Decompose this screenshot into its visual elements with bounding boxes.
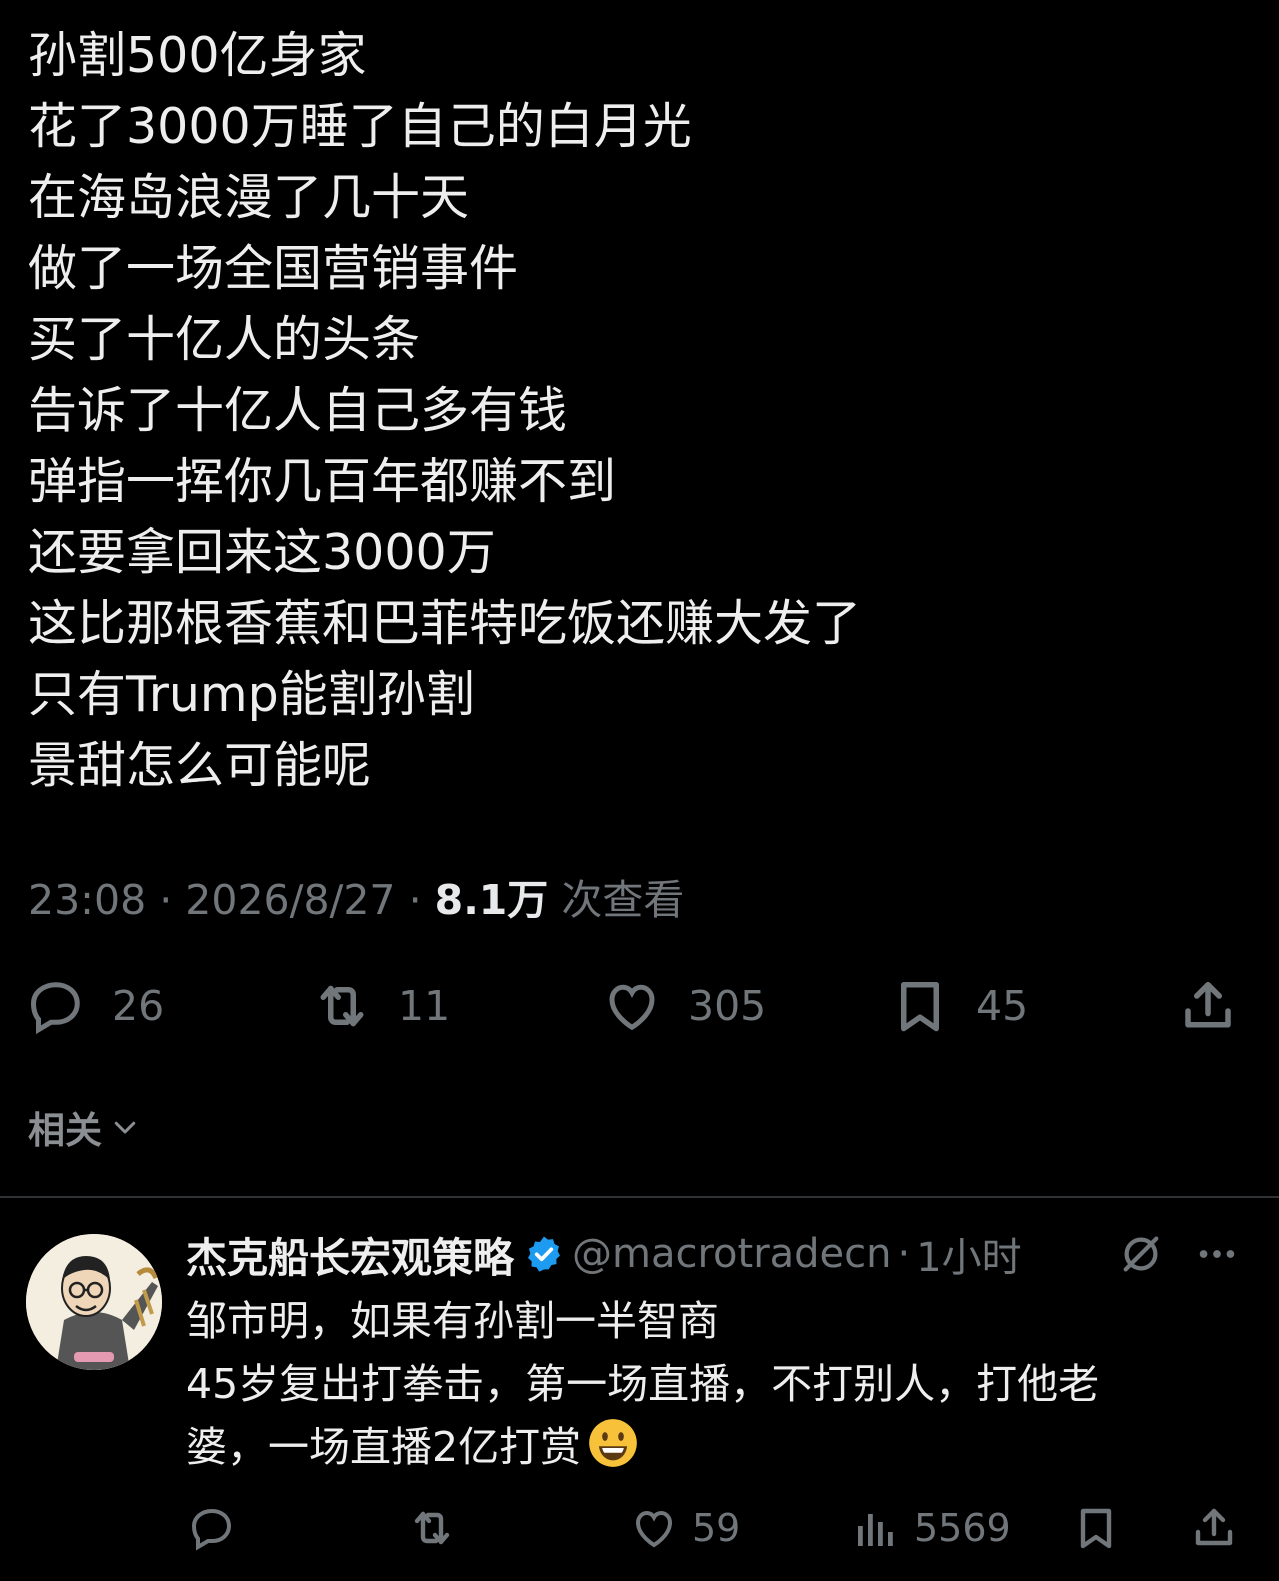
tweet-line: 弹指一挥你几百年都赚不到: [28, 453, 617, 510]
share-button[interactable]: [1178, 970, 1238, 1042]
tweet-line: 只有Trump能割孙割: [28, 666, 475, 723]
reply-views-button[interactable]: 5569: [852, 1498, 1011, 1558]
tweet-line: 买了十亿人的头条: [28, 311, 421, 368]
reply-time[interactable]: 1小时: [916, 1225, 1021, 1283]
reply-author-handle[interactable]: @macrotradecn: [572, 1231, 892, 1277]
meta-separator: ·: [408, 876, 422, 924]
reply-header: 杰克船长宏观策略 @macrotradecn · 1小时: [186, 1222, 1022, 1286]
reply-text: 邹市明，如果有孙割一半智商 45岁复出打拳击，第一场直播，不打别人，打他老 婆，…: [186, 1290, 1246, 1479]
bookmark-button[interactable]: 45: [890, 970, 1028, 1042]
tweet-line: 在海岛浪漫了几十天: [28, 169, 470, 226]
tweet-line: 孙割500亿身家: [28, 27, 367, 84]
tweet-actions: 26 11 305 45: [0, 970, 1279, 1042]
repost-button[interactable]: 11: [312, 970, 450, 1042]
tweet-line: 景甜怎么可能呢: [28, 737, 372, 794]
reply-like-count: 59: [692, 1506, 741, 1550]
tweet-line: 做了一场全国营销事件: [28, 240, 519, 297]
tweet-line: 还要拿回来这3000万: [28, 524, 496, 581]
share-icon: [1185, 982, 1231, 1028]
reply-line: 45岁复出打拳击，第一场直播，不打别人，打他老: [186, 1360, 1100, 1408]
repost-count: 11: [398, 982, 451, 1030]
tweet-time[interactable]: 23:08: [28, 876, 146, 924]
related-toggle[interactable]: 相关: [28, 1100, 140, 1154]
verified-icon: [528, 1236, 560, 1272]
tweet-date[interactable]: 2026/8/27: [185, 876, 395, 924]
grok-button[interactable]: [1118, 1226, 1164, 1282]
like-count: 305: [688, 982, 767, 1030]
reply-separator: ·: [897, 1231, 911, 1277]
reply-share-button[interactable]: [1190, 1498, 1238, 1558]
view-count[interactable]: 8.1万: [435, 876, 549, 924]
view-label: 次查看: [561, 876, 685, 924]
reply-line-text: 婆，一场直播2亿打赏: [186, 1423, 582, 1471]
reply-button[interactable]: 26: [26, 970, 164, 1042]
more-icon: [1199, 1250, 1235, 1258]
reply-line: 邹市明，如果有孙割一半智商: [186, 1297, 719, 1345]
meta-separator: ·: [159, 876, 173, 924]
avatar[interactable]: [26, 1234, 162, 1370]
smiley-emoji: [589, 1419, 637, 1467]
grok-icon: [1123, 1236, 1159, 1272]
avatar-illustration: [26, 1234, 162, 1370]
tweet-line: 告诉了十亿人自己多有钱: [28, 382, 568, 439]
tweet-text: 孙割500亿身家 花了3000万睡了自己的白月光 在海岛浪漫了几十天 做了一场全…: [28, 20, 1248, 801]
reply-actions: 59 5569: [0, 1498, 1279, 1558]
reply-line-last: 婆，一场直播2亿打赏: [186, 1416, 1246, 1479]
reply-icon: [30, 982, 80, 1035]
views-icon: [858, 1514, 893, 1546]
repost-icon: [320, 985, 364, 1027]
like-icon: [609, 984, 655, 1031]
reply-repost-button[interactable]: [408, 1498, 456, 1558]
divider: [0, 1196, 1279, 1198]
share-icon: [1195, 1508, 1233, 1546]
reply-icon: [191, 1508, 232, 1551]
repost-icon: [414, 1511, 450, 1545]
reply-bookmark-button[interactable]: [1072, 1498, 1120, 1558]
bookmark-icon: [901, 982, 939, 1032]
reply-like-button[interactable]: 59: [630, 1498, 740, 1558]
bookmark-count: 45: [976, 982, 1029, 1030]
bookmark-icon: [1080, 1508, 1112, 1549]
tweet-line: 这比那根香蕉和巴菲特吃饭还赚大发了: [28, 595, 862, 652]
tweet-line: 花了3000万睡了自己的白月光: [28, 98, 692, 155]
chevron-down-icon: [114, 1121, 136, 1134]
reply-view-count: 5569: [914, 1506, 1011, 1550]
reply-count: 26: [112, 982, 165, 1030]
reply-reply-button[interactable]: [188, 1498, 236, 1558]
tweet-meta: 23:08 · 2026/8/27 · 8.1万 次查看: [28, 872, 684, 928]
like-button[interactable]: 305: [602, 970, 766, 1042]
related-label: 相关: [28, 1109, 102, 1152]
more-button[interactable]: [1194, 1226, 1240, 1282]
reply-author-name[interactable]: 杰克船长宏观策略: [186, 1224, 514, 1284]
like-icon: [635, 1510, 673, 1548]
